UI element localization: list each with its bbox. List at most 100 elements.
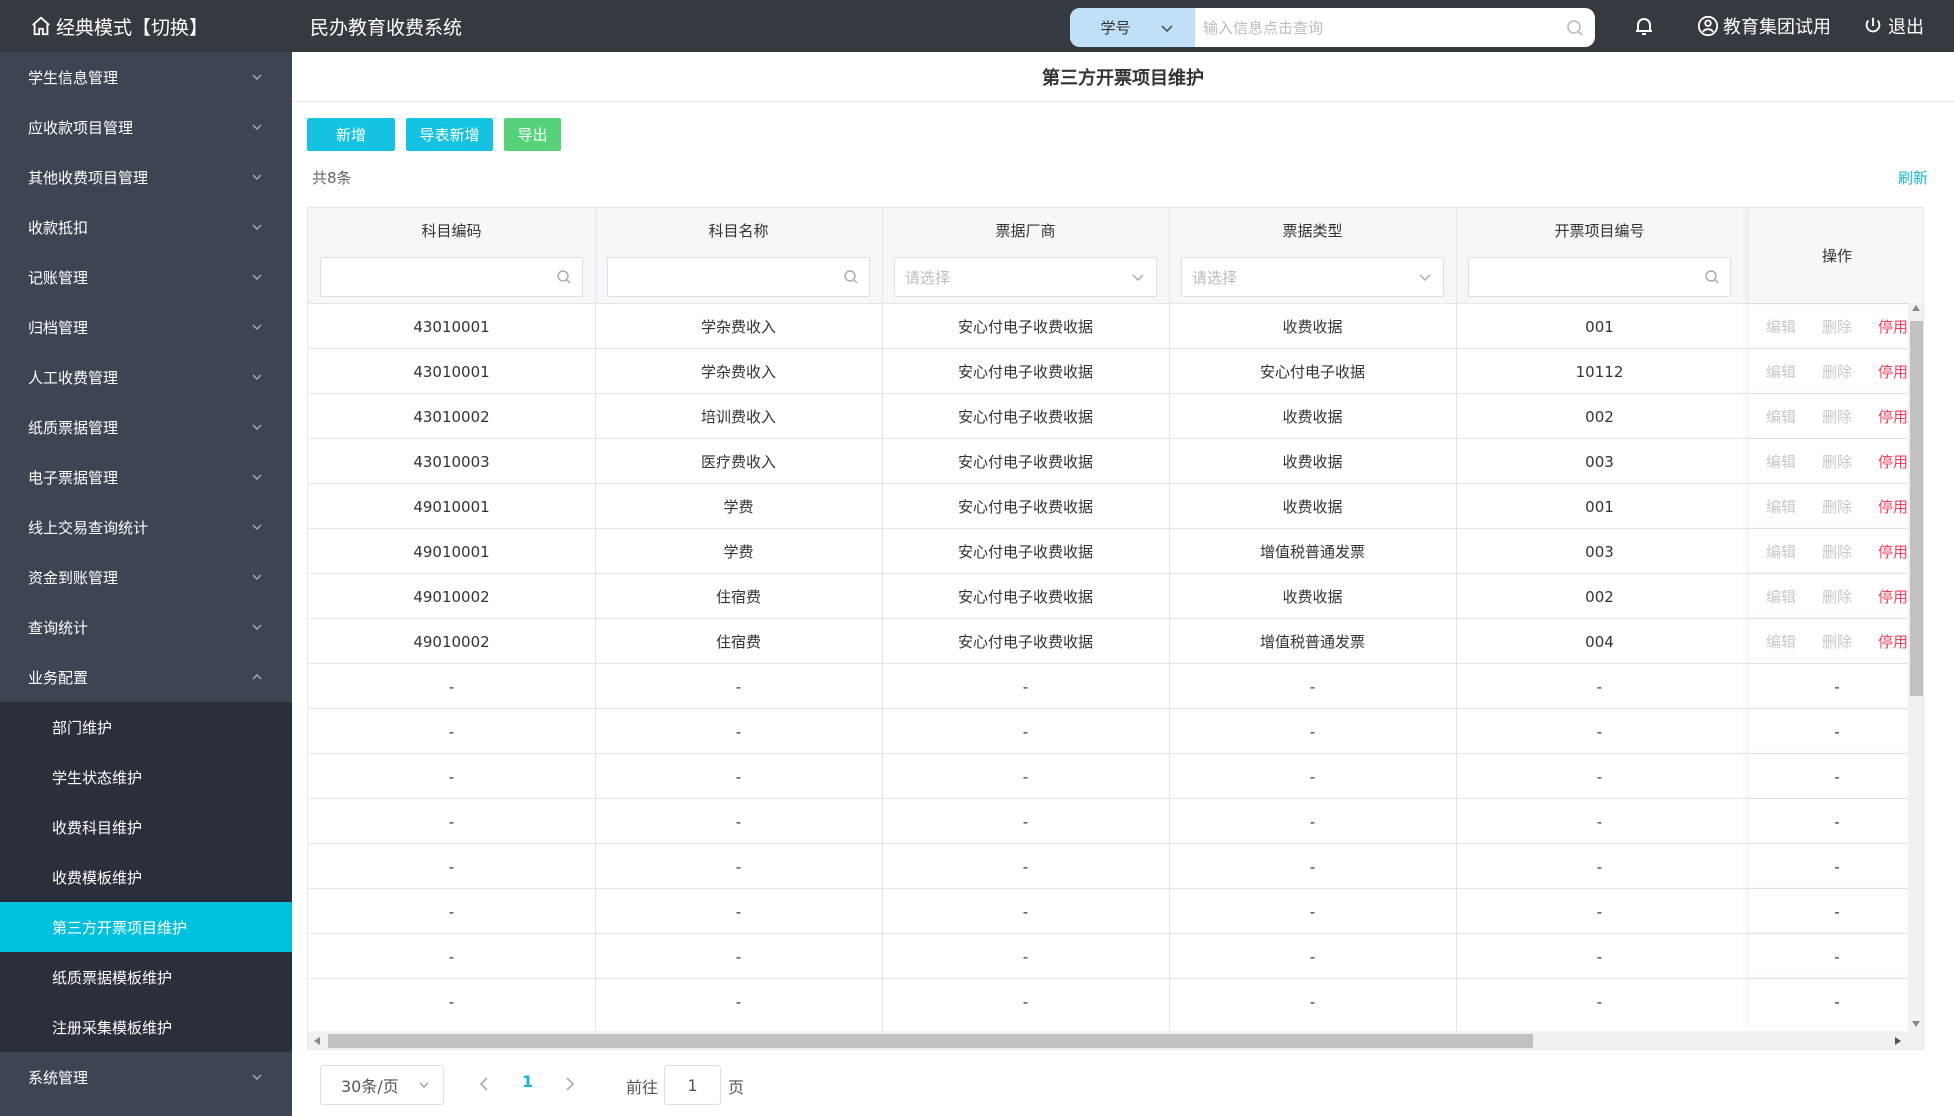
sidebar-item-1[interactable]: 应收款项目管理 <box>0 102 292 152</box>
table-cell: - <box>1022 857 1029 876</box>
disable-button[interactable]: 停用 <box>1878 451 1908 472</box>
delete-button[interactable]: 删除 <box>1822 451 1852 472</box>
column-divider <box>882 208 883 1031</box>
sidebar-item-9[interactable]: 线上交易查询统计 <box>0 502 292 552</box>
table-cell: 10112 <box>1575 362 1624 381</box>
sidebar-item-4[interactable]: 记账管理 <box>0 252 292 302</box>
delete-button[interactable]: 删除 <box>1822 406 1852 427</box>
bell-icon[interactable] <box>1632 14 1656 38</box>
delete-button[interactable]: 删除 <box>1822 586 1852 607</box>
delete-button[interactable]: 删除 <box>1822 496 1852 517</box>
sidebar-subitem-5[interactable]: 纸质票据模板维护 <box>0 952 292 1002</box>
table-cell: 安心付电子收费收据 <box>957 498 1093 516</box>
chevron-down-icon <box>252 324 262 330</box>
table-cell: - <box>735 812 742 831</box>
disable-button[interactable]: 停用 <box>1878 406 1908 427</box>
table-cell: 培训费收入 <box>700 408 776 426</box>
edit-button[interactable]: 编辑 <box>1766 541 1796 562</box>
page-size-select[interactable]: 30条/页 <box>320 1065 444 1105</box>
delete-button[interactable]: 删除 <box>1822 316 1852 337</box>
scrollbar-thumb[interactable] <box>328 1034 1533 1048</box>
sidebar-subitem-1[interactable]: 学生状态维护 <box>0 752 292 802</box>
sidebar-item-label: 归档管理 <box>28 318 89 337</box>
empty-cell: - <box>1834 947 1840 966</box>
disable-button[interactable]: 停用 <box>1878 316 1908 337</box>
table-cell: - <box>735 992 742 1011</box>
goto-page-input[interactable] <box>664 1065 721 1105</box>
table-cell: 004 <box>1585 632 1614 651</box>
sidebar-item-10[interactable]: 资金到账管理 <box>0 552 292 602</box>
table-cell: 安心付电子收费收据 <box>957 588 1093 606</box>
table-cell: - <box>1022 767 1029 786</box>
scrollbar-thumb[interactable] <box>1910 321 1923 696</box>
goto-label: 前往 <box>626 1078 659 1097</box>
chevron-right-icon[interactable] <box>560 1072 580 1096</box>
sidebar-subitem-0[interactable]: 部门维护 <box>0 702 292 752</box>
sidebar-item-3[interactable]: 收款抵扣 <box>0 202 292 252</box>
scroll-right-icon[interactable] <box>1895 1037 1901 1045</box>
table-cell: 003 <box>1585 452 1614 471</box>
sidebar-item-7[interactable]: 纸质票据管理 <box>0 402 292 452</box>
edit-button[interactable]: 编辑 <box>1766 361 1796 382</box>
sidebar-item-label: 业务配置 <box>28 668 89 687</box>
sidebar-item-11[interactable]: 查询统计 <box>0 602 292 652</box>
scroll-up-icon[interactable] <box>1912 305 1920 311</box>
mode-switch[interactable]: 经典模式【切换】 <box>30 0 208 52</box>
column-filter-input[interactable] <box>1468 257 1731 297</box>
column-filter-select[interactable]: 请选择 <box>1181 257 1444 297</box>
sidebar-item-5[interactable]: 归档管理 <box>0 302 292 352</box>
edit-button[interactable]: 编辑 <box>1766 496 1796 517</box>
sidebar-item-0[interactable]: 学生信息管理 <box>0 52 292 102</box>
sidebar-subitem-4[interactable]: 第三方开票项目维护 <box>0 902 292 952</box>
table-cell: 收费收据 <box>1282 453 1343 471</box>
import-add-button[interactable]: 导表新增 <box>406 118 493 151</box>
disable-button[interactable]: 停用 <box>1878 541 1908 562</box>
edit-button[interactable]: 编辑 <box>1766 316 1796 337</box>
search-input[interactable] <box>1195 8 1555 47</box>
search-type-select[interactable]: 学号 <box>1070 8 1195 47</box>
data-table: 科目编码 科目名称 票据厂商 请选择 票据类型 请选择 开票项目编号 43010001 学杂费… <box>307 207 1924 1050</box>
disable-button[interactable]: 停用 <box>1878 361 1908 382</box>
refresh-link[interactable]: 刷新 <box>1898 167 1928 188</box>
chevron-down-icon <box>1132 274 1144 281</box>
sidebar-item-8[interactable]: 电子票据管理 <box>0 452 292 502</box>
sidebar-subitem-6[interactable]: 注册采集模板维护 <box>0 1002 292 1052</box>
edit-button[interactable]: 编辑 <box>1766 631 1796 652</box>
add-button[interactable]: 新增 <box>307 118 395 151</box>
export-button[interactable]: 导出 <box>504 118 561 151</box>
sidebar-item-2[interactable]: 其他收费项目管理 <box>0 152 292 202</box>
delete-button[interactable]: 删除 <box>1822 541 1852 562</box>
search-button[interactable] <box>1555 8 1595 47</box>
disable-button[interactable]: 停用 <box>1878 631 1908 652</box>
column-filter-input[interactable] <box>320 257 583 297</box>
scroll-down-icon[interactable] <box>1912 1021 1920 1027</box>
table-cell: - <box>448 767 455 786</box>
sidebar-subitem-2[interactable]: 收费科目维护 <box>0 802 292 852</box>
column-filter-select[interactable]: 请选择 <box>894 257 1157 297</box>
sidebar-item-12[interactable]: 业务配置 <box>0 652 292 702</box>
table-cell: - <box>1309 722 1316 741</box>
sidebar-subitem-3[interactable]: 收费模板维护 <box>0 852 292 902</box>
logout-button[interactable]: 退出 <box>1862 0 1924 52</box>
disable-button[interactable]: 停用 <box>1878 496 1908 517</box>
column-header-2: 票据厂商 <box>995 221 1056 240</box>
delete-button[interactable]: 删除 <box>1822 631 1852 652</box>
goto-unit: 页 <box>728 1078 745 1097</box>
sidebar-item-label: 收款抵扣 <box>28 218 89 237</box>
current-page[interactable]: 1 <box>522 1072 533 1091</box>
edit-button[interactable]: 编辑 <box>1766 451 1796 472</box>
chevron-left-icon[interactable] <box>474 1072 494 1096</box>
sidebar-item-label: 系统管理 <box>28 1068 89 1087</box>
delete-button[interactable]: 删除 <box>1822 361 1852 382</box>
vertical-scrollbar[interactable] <box>1908 303 1923 1031</box>
table-row: 43010003 医疗费收入 安心付电子收费收据 收费收据 003 编辑 删除 停用 <box>308 438 1923 484</box>
user-menu[interactable]: 教育集团试用 <box>1697 0 1831 52</box>
scroll-left-icon[interactable] <box>314 1037 320 1045</box>
sidebar-item-6[interactable]: 人工收费管理 <box>0 352 292 402</box>
column-filter-input[interactable] <box>607 257 870 297</box>
sidebar-item-system[interactable]: 系统管理 <box>0 1052 292 1102</box>
edit-button[interactable]: 编辑 <box>1766 406 1796 427</box>
disable-button[interactable]: 停用 <box>1878 586 1908 607</box>
edit-button[interactable]: 编辑 <box>1766 586 1796 607</box>
horizontal-scrollbar[interactable] <box>308 1031 1923 1049</box>
